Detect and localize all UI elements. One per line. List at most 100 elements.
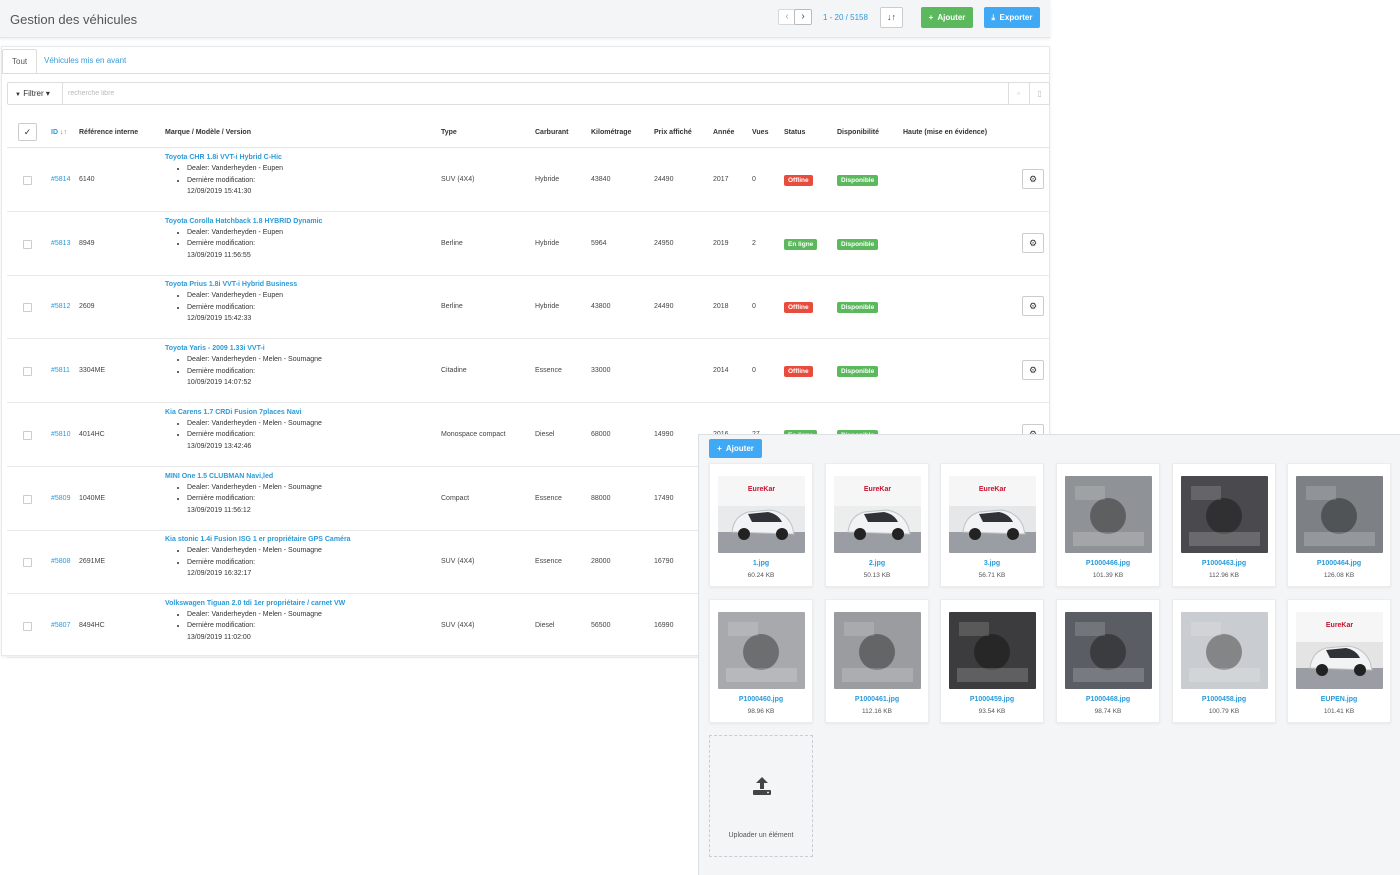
media-file-name[interactable]: 1.jpg xyxy=(710,560,812,567)
row-price: 16990 xyxy=(654,621,674,629)
row-model-block: Toyota Corolla Hatchback 1.8 HYBRID Dyna… xyxy=(165,218,322,262)
row-checkbox[interactable] xyxy=(23,494,32,504)
row-price: 24490 xyxy=(654,176,674,183)
row-checkbox[interactable] xyxy=(23,239,32,249)
row-reference: 3304ME xyxy=(79,367,106,375)
column-featured[interactable]: Haute (mise en évidence) xyxy=(903,129,987,136)
column-fuel[interactable]: Carburant xyxy=(535,129,568,136)
row-model-link[interactable]: Toyota CHR 1.8i VVT-i Hybrid C-Hic xyxy=(165,154,283,161)
row-model-link[interactable]: Kia stonic 1.4i Fusion ISG 1 er propriét… xyxy=(165,536,351,543)
row-id-link[interactable]: #5812 xyxy=(51,303,70,310)
column-status[interactable]: Status xyxy=(784,129,805,136)
upload-dropzone[interactable]: Uploader un élément xyxy=(709,735,813,857)
tab-featured[interactable]: Véhicules mis en avant xyxy=(35,49,135,74)
row-actions-button[interactable]: ⚙ xyxy=(1022,232,1044,253)
row-model-link[interactable]: Toyota Prius 1.8i VVT-i Hybrid Business xyxy=(165,281,297,288)
media-card[interactable]: P1000468.jpg 98.74 KB xyxy=(1056,599,1160,723)
row-type: SUV (4X4) xyxy=(441,176,475,183)
trash-icon[interactable]: ▯ xyxy=(1029,83,1049,104)
media-thumbnail xyxy=(1181,612,1268,689)
row-model-link[interactable]: Toyota Yaris - 2009 1.33i VVT-i xyxy=(165,345,322,352)
row-model-link[interactable]: Toyota Corolla Hatchback 1.8 HYBRID Dyna… xyxy=(165,218,322,225)
column-year[interactable]: Année xyxy=(713,129,734,136)
row-actions-button[interactable]: ⚙ xyxy=(1022,360,1044,381)
row-modified-label: Dernière modification: xyxy=(187,366,322,378)
dealer-name: Vanderheyden - Eupen xyxy=(211,292,283,300)
media-file-name[interactable]: P1000458.jpg xyxy=(1173,696,1275,703)
row-actions-button[interactable]: ⚙ xyxy=(1022,169,1044,189)
row-checkbox[interactable] xyxy=(23,621,32,631)
row-id-link[interactable]: #5811 xyxy=(51,367,70,374)
row-year: 2017 xyxy=(713,176,729,183)
row-model-link[interactable]: Kia Carens 1.7 CRDi Fusion 7places Navi xyxy=(165,409,322,416)
save-icon[interactable]: ▫ xyxy=(1008,83,1028,104)
row-checkbox[interactable] xyxy=(23,430,32,440)
dealer-name: Vanderheyden - Melen - Soumagne xyxy=(211,483,322,491)
row-price: 17490 xyxy=(654,494,674,502)
row-reference: 4014HC xyxy=(79,430,105,438)
media-card[interactable]: EureKar 1.jpg 60.24 KB xyxy=(709,463,813,587)
sort-button[interactable]: ↓↑ xyxy=(880,7,903,28)
search-input[interactable] xyxy=(68,86,948,101)
media-file-name[interactable]: P1000463.jpg xyxy=(1173,560,1275,567)
export-label: Exporter xyxy=(999,13,1033,22)
next-page-button[interactable]: › xyxy=(794,9,812,25)
row-checkbox[interactable] xyxy=(23,303,32,313)
column-model[interactable]: Marque / Modèle / Version xyxy=(165,129,251,136)
export-button[interactable]: ⤓ Exporter xyxy=(984,7,1040,28)
add-media-button[interactable]: + Ajouter xyxy=(709,439,762,458)
column-views[interactable]: Vues xyxy=(752,129,768,136)
column-mileage[interactable]: Kilométrage xyxy=(591,129,631,136)
row-modified-date: 10/09/2019 14:07:52 xyxy=(187,379,252,387)
media-card[interactable]: EureKar 2.jpg 50.13 KB xyxy=(825,463,929,587)
media-card[interactable]: P1000463.jpg 112.96 KB xyxy=(1172,463,1276,587)
media-card[interactable]: P1000461.jpg 112.16 KB xyxy=(825,599,929,723)
media-card[interactable]: P1000458.jpg 100.79 KB xyxy=(1172,599,1276,723)
media-card[interactable]: P1000464.jpg 126.08 KB xyxy=(1287,463,1391,587)
column-availability[interactable]: Disponibilité xyxy=(837,129,879,136)
media-file-name[interactable]: P1000459.jpg xyxy=(941,696,1043,703)
row-mileage: 56500 xyxy=(591,621,611,629)
column-id[interactable]: ID ↓↑ xyxy=(51,129,67,136)
row-model-link[interactable]: Volkswagen Tiguan 2.0 tdi 1er propriétai… xyxy=(165,600,345,607)
chevron-left-icon: ‹ xyxy=(785,11,789,22)
row-checkbox[interactable] xyxy=(23,367,32,377)
media-file-name[interactable]: P1000460.jpg xyxy=(710,696,812,703)
media-file-name[interactable]: 3.jpg xyxy=(941,560,1043,567)
row-reference: 1040ME xyxy=(79,494,106,502)
row-model-link[interactable]: MINI One 1.5 CLUBMAN Navi,led xyxy=(165,473,322,480)
row-id-link[interactable]: #5810 xyxy=(51,431,70,438)
row-mileage: 5964 xyxy=(591,239,607,247)
row-id-link[interactable]: #5807 xyxy=(51,622,70,629)
dealer-prefix: Dealer: xyxy=(187,228,212,236)
media-card[interactable]: P1000460.jpg 98.96 KB xyxy=(709,599,813,723)
sort-icon: ↓↑ xyxy=(59,129,67,136)
row-id-link[interactable]: #5813 xyxy=(51,240,70,247)
media-file-name[interactable]: 2.jpg xyxy=(826,560,928,567)
tab-all[interactable]: Tout xyxy=(2,49,38,74)
row-id-link[interactable]: #5808 xyxy=(51,558,70,565)
column-type[interactable]: Type xyxy=(441,129,457,136)
row-views: 0 xyxy=(752,176,756,183)
media-card[interactable]: P1000466.jpg 101.39 KB xyxy=(1056,463,1160,587)
media-file-name[interactable]: EUPEN.jpg xyxy=(1288,696,1390,703)
media-file-name[interactable]: P1000461.jpg xyxy=(826,696,928,703)
media-card[interactable]: EureKar EUPEN.jpg 101.41 KB xyxy=(1287,599,1391,723)
row-checkbox[interactable] xyxy=(23,558,32,568)
media-file-name[interactable]: P1000468.jpg xyxy=(1057,696,1159,703)
row-id-link[interactable]: #5814 xyxy=(51,176,70,183)
select-all-checkbox[interactable]: ✓ xyxy=(18,123,37,141)
row-id-link[interactable]: #5809 xyxy=(51,495,70,502)
column-id-label: ID xyxy=(51,129,58,136)
row-fuel: Essence xyxy=(535,494,562,502)
media-file-name[interactable]: P1000464.jpg xyxy=(1288,560,1390,567)
column-reference[interactable]: Référence interne xyxy=(79,129,138,136)
media-file-name[interactable]: P1000466.jpg xyxy=(1057,560,1159,567)
row-checkbox[interactable] xyxy=(23,176,32,185)
media-card[interactable]: P1000459.jpg 93.54 KB xyxy=(940,599,1044,723)
filter-button[interactable]: ▼ Filtrer ▾ xyxy=(8,83,63,104)
row-actions-button[interactable]: ⚙ xyxy=(1022,296,1044,317)
column-price[interactable]: Prix affiché xyxy=(654,129,692,136)
media-card[interactable]: EureKar 3.jpg 56.71 KB xyxy=(940,463,1044,587)
add-vehicle-button[interactable]: + Ajouter xyxy=(921,7,973,28)
